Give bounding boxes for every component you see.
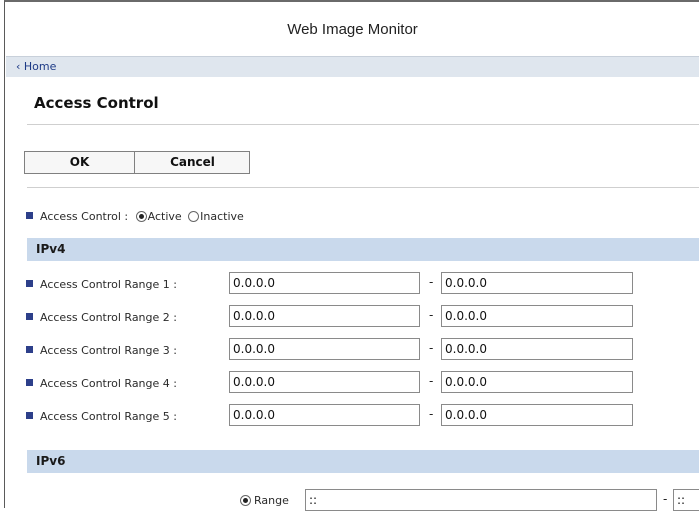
range-2-end-input[interactable]: 0.0.0.0 — [441, 305, 633, 327]
range-2-separator: - — [429, 308, 434, 322]
range-1-label: Access Control Range 1 : — [40, 278, 177, 291]
range-2-row: Access Control Range 2 : — [26, 311, 177, 324]
range-4-label: Access Control Range 4 : — [40, 377, 177, 390]
ipv6-range-option: Range — [240, 494, 289, 507]
bullet-icon — [26, 313, 33, 320]
ipv6-range-separator: - — [663, 492, 668, 506]
title-divider — [27, 124, 699, 125]
range-5-label: Access Control Range 5 : — [40, 410, 177, 423]
range-3-row: Access Control Range 3 : — [26, 344, 177, 357]
range-5-separator: - — [429, 407, 434, 421]
range-3-separator: - — [429, 341, 434, 355]
range-4-start-input[interactable]: 0.0.0.0 — [229, 371, 420, 393]
range-2-start-input[interactable]: 0.0.0.0 — [229, 305, 420, 327]
range-2-label: Access Control Range 2 : — [40, 311, 177, 324]
range-1-separator: - — [429, 275, 434, 289]
bullet-icon — [26, 346, 33, 353]
active-radio[interactable] — [135, 211, 147, 222]
range-1-row: Access Control Range 1 : — [26, 278, 177, 291]
action-button-group: OK Cancel — [24, 151, 250, 174]
range-4-separator: - — [429, 374, 434, 388]
range-3-label: Access Control Range 3 : — [40, 344, 177, 357]
bullet-icon — [26, 280, 33, 287]
breadcrumb-bar: ‹ Home — [6, 56, 699, 77]
window-title: Web Image Monitor — [287, 21, 418, 38]
access-control-label: Access Control : — [40, 210, 129, 223]
ipv6-section-header: IPv6 — [27, 450, 699, 473]
range-5-row: Access Control Range 5 : — [26, 410, 177, 423]
range-1-start-input[interactable]: 0.0.0.0 — [229, 272, 420, 294]
bullet-icon — [26, 412, 33, 419]
range-3-end-input[interactable]: 0.0.0.0 — [441, 338, 633, 360]
button-divider — [27, 187, 699, 188]
cancel-button[interactable]: Cancel — [135, 152, 250, 173]
ok-button[interactable]: OK — [25, 152, 135, 173]
range-5-end-input[interactable]: 0.0.0.0 — [441, 404, 633, 426]
range-4-row: Access Control Range 4 : — [26, 377, 177, 390]
inactive-radio-label[interactable]: Inactive — [200, 210, 244, 223]
ipv6-range-radio[interactable] — [240, 495, 251, 506]
browser-frame: Web Image Monitor ‹ Home Access Control … — [4, 0, 699, 511]
range-5-start-input[interactable]: 0.0.0.0 — [229, 404, 420, 426]
ipv4-section-header: IPv4 — [27, 238, 699, 261]
bullet-icon — [26, 212, 33, 219]
ipv6-range-radio-label[interactable]: Range — [254, 494, 289, 507]
page-title: Access Control — [34, 94, 159, 112]
range-1-end-input[interactable]: 0.0.0.0 — [441, 272, 633, 294]
inactive-radio[interactable] — [188, 211, 200, 222]
bullet-icon — [26, 379, 33, 386]
range-3-start-input[interactable]: 0.0.0.0 — [229, 338, 420, 360]
active-radio-label[interactable]: Active — [148, 210, 182, 223]
home-link[interactable]: ‹ Home — [16, 60, 56, 73]
access-control-row: Access Control : Active Inactive — [26, 210, 244, 223]
range-4-end-input[interactable]: 0.0.0.0 — [441, 371, 633, 393]
